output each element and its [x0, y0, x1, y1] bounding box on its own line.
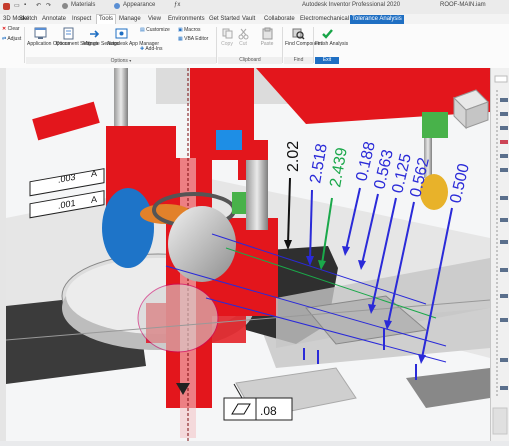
qat-open-icon[interactable]: ▭: [14, 2, 20, 9]
finish-analysis-button[interactable]: Finish Analysis: [315, 27, 348, 47]
ribbon-tabs: 3D Model Sketch Annotate Inspect Tools M…: [0, 14, 509, 24]
dim-0-500[interactable]: 0.500: [447, 162, 473, 205]
steel-hub: [168, 206, 236, 282]
vba-editor-label: VBA Editor: [184, 36, 209, 42]
app-manager-icon: [115, 28, 127, 39]
find-component-button[interactable]: Find Component: [285, 27, 322, 47]
app-title: Autodesk Inventor Professional 2020: [302, 2, 401, 8]
browser-tree: [492, 75, 508, 435]
checkmark-icon: [321, 29, 333, 39]
exit-group-label: Exit: [315, 57, 339, 64]
tab-manage[interactable]: Manage: [117, 15, 143, 24]
qat-materials-dropdown[interactable]: Materials: [71, 2, 95, 8]
macros-button[interactable]: ▣ Macros: [178, 27, 201, 33]
appearance-swatch-icon: [114, 3, 120, 9]
red-left-arm: [32, 101, 100, 141]
bottom-bracket: [406, 368, 490, 408]
tab-electromechanical[interactable]: Electromechanical: [298, 15, 351, 24]
green-cap: [232, 192, 246, 214]
clear-button[interactable]: ✕ Clear: [2, 26, 20, 32]
find-component-icon: [292, 28, 305, 40]
copy-icon: [222, 28, 232, 39]
clear-x-icon: ✕: [2, 26, 7, 32]
copy-button[interactable]: Copy: [220, 27, 234, 47]
paste-label: Paste: [260, 41, 274, 47]
tab-get-started[interactable]: Get Started: [207, 15, 242, 24]
tab-tools[interactable]: Tools: [96, 14, 117, 24]
title-bar: ▭ ▪ ↶ ↷ Materials Appearance ƒx Autodesk…: [0, 0, 509, 15]
qat-undo-icon[interactable]: ↶: [36, 2, 41, 9]
add-ins-icon: ✚: [140, 46, 145, 52]
model-canvas[interactable]: .003 A .001 A .08 2.02 2.518 2.439 0.188…: [6, 68, 490, 441]
tab-annotate[interactable]: Annotate: [40, 15, 68, 24]
app-manager-button[interactable]: Autodesk App Manager: [107, 27, 159, 47]
options-group-label: Options: [110, 58, 128, 64]
tab-sketch[interactable]: Sketch: [17, 15, 39, 24]
graphics-window[interactable]: .003 A .001 A .08 2.02 2.518 2.439 0.188…: [6, 68, 490, 441]
right-browser-panel[interactable]: [490, 68, 509, 441]
migrate-settings-button[interactable]: Migrate Settings: [83, 27, 119, 47]
options-group: Options ▾: [26, 57, 216, 64]
find-group-label: Find: [284, 57, 313, 64]
blue-bushing: [216, 130, 242, 150]
adjust-icon: ⇄: [2, 36, 7, 42]
tab-environments[interactable]: Environments: [166, 15, 207, 24]
clear-label: Clear: [7, 26, 20, 32]
vba-editor-icon: ▦: [178, 36, 183, 42]
blue-bearing: [102, 188, 154, 268]
cut-icon: [238, 28, 248, 40]
copy-label: Copy: [221, 41, 233, 47]
macros-icon: ▣: [178, 27, 183, 33]
application-options-icon: [34, 27, 46, 39]
document-name: ROOF-MAIN.iam: [440, 2, 486, 8]
dim-2-439[interactable]: 2.439: [327, 146, 351, 188]
options-dropdown-icon[interactable]: ▾: [129, 58, 131, 63]
migrate-settings-icon: [89, 30, 99, 38]
flatness-value: .08: [260, 404, 277, 418]
tab-collaborate[interactable]: Collaborate: [262, 15, 297, 24]
dim-2-02[interactable]: 2.02: [285, 141, 302, 172]
datum-2: A: [91, 194, 98, 205]
qat-fx-icon[interactable]: ƒx: [174, 2, 180, 8]
ribbon-separator: [216, 27, 217, 63]
dim-2-518[interactable]: 2.518: [307, 142, 331, 184]
cut-button[interactable]: Cut: [236, 27, 250, 47]
qat-appearance-dropdown[interactable]: Appearance: [123, 2, 155, 8]
adjust-label: Adjust: [7, 36, 22, 42]
datum-1: A: [91, 168, 98, 179]
macros-label: Macros: [184, 27, 201, 33]
ribbon-separator: [313, 27, 314, 63]
finish-analysis-label: Finish Analysis: [315, 41, 349, 47]
clipboard-group-label: Clipboard: [218, 57, 282, 64]
qat-save-icon[interactable]: ▪: [24, 2, 26, 8]
material-swatch-icon: [62, 3, 68, 9]
add-ins-label: Add-Ins: [145, 46, 163, 52]
ribbon-separator: [24, 27, 25, 63]
application-options-button[interactable]: Application Options: [27, 27, 70, 47]
tab-inspect[interactable]: Inspect: [70, 15, 93, 24]
add-ins-button[interactable]: ✚ Add-Ins: [140, 46, 163, 52]
customize-icon: ▤: [140, 27, 145, 33]
document-settings-icon: [63, 27, 74, 40]
tab-vault[interactable]: Vault: [240, 15, 257, 24]
steel-pin: [246, 160, 268, 230]
app-logo-icon[interactable]: [3, 3, 10, 10]
paste-icon: [262, 27, 272, 40]
ribbon-separator: [282, 27, 283, 63]
vba-editor-button[interactable]: ▦ VBA Editor: [178, 36, 208, 42]
tab-tolerance-analysis[interactable]: Tolerance Analysis: [350, 15, 404, 24]
transparent-sleeve: [137, 283, 219, 353]
adjust-button[interactable]: ⇄ Adjust: [2, 36, 21, 42]
qat-redo-icon[interactable]: ↷: [46, 2, 51, 9]
ribbon-panel: ✕ Clear ⇄ Adjust Application Options Doc…: [0, 24, 509, 69]
document-settings-button[interactable]: Document Settings: [56, 27, 98, 47]
customize-label: Customize: [146, 27, 170, 33]
customize-button[interactable]: ▤ Customize: [140, 27, 170, 33]
paste-button[interactable]: Paste: [257, 27, 277, 47]
feature-control-frame-1[interactable]: .003 A: [29, 168, 105, 197]
green-block: [422, 112, 448, 138]
cut-label: Cut: [239, 41, 247, 47]
tab-view[interactable]: View: [146, 15, 163, 24]
